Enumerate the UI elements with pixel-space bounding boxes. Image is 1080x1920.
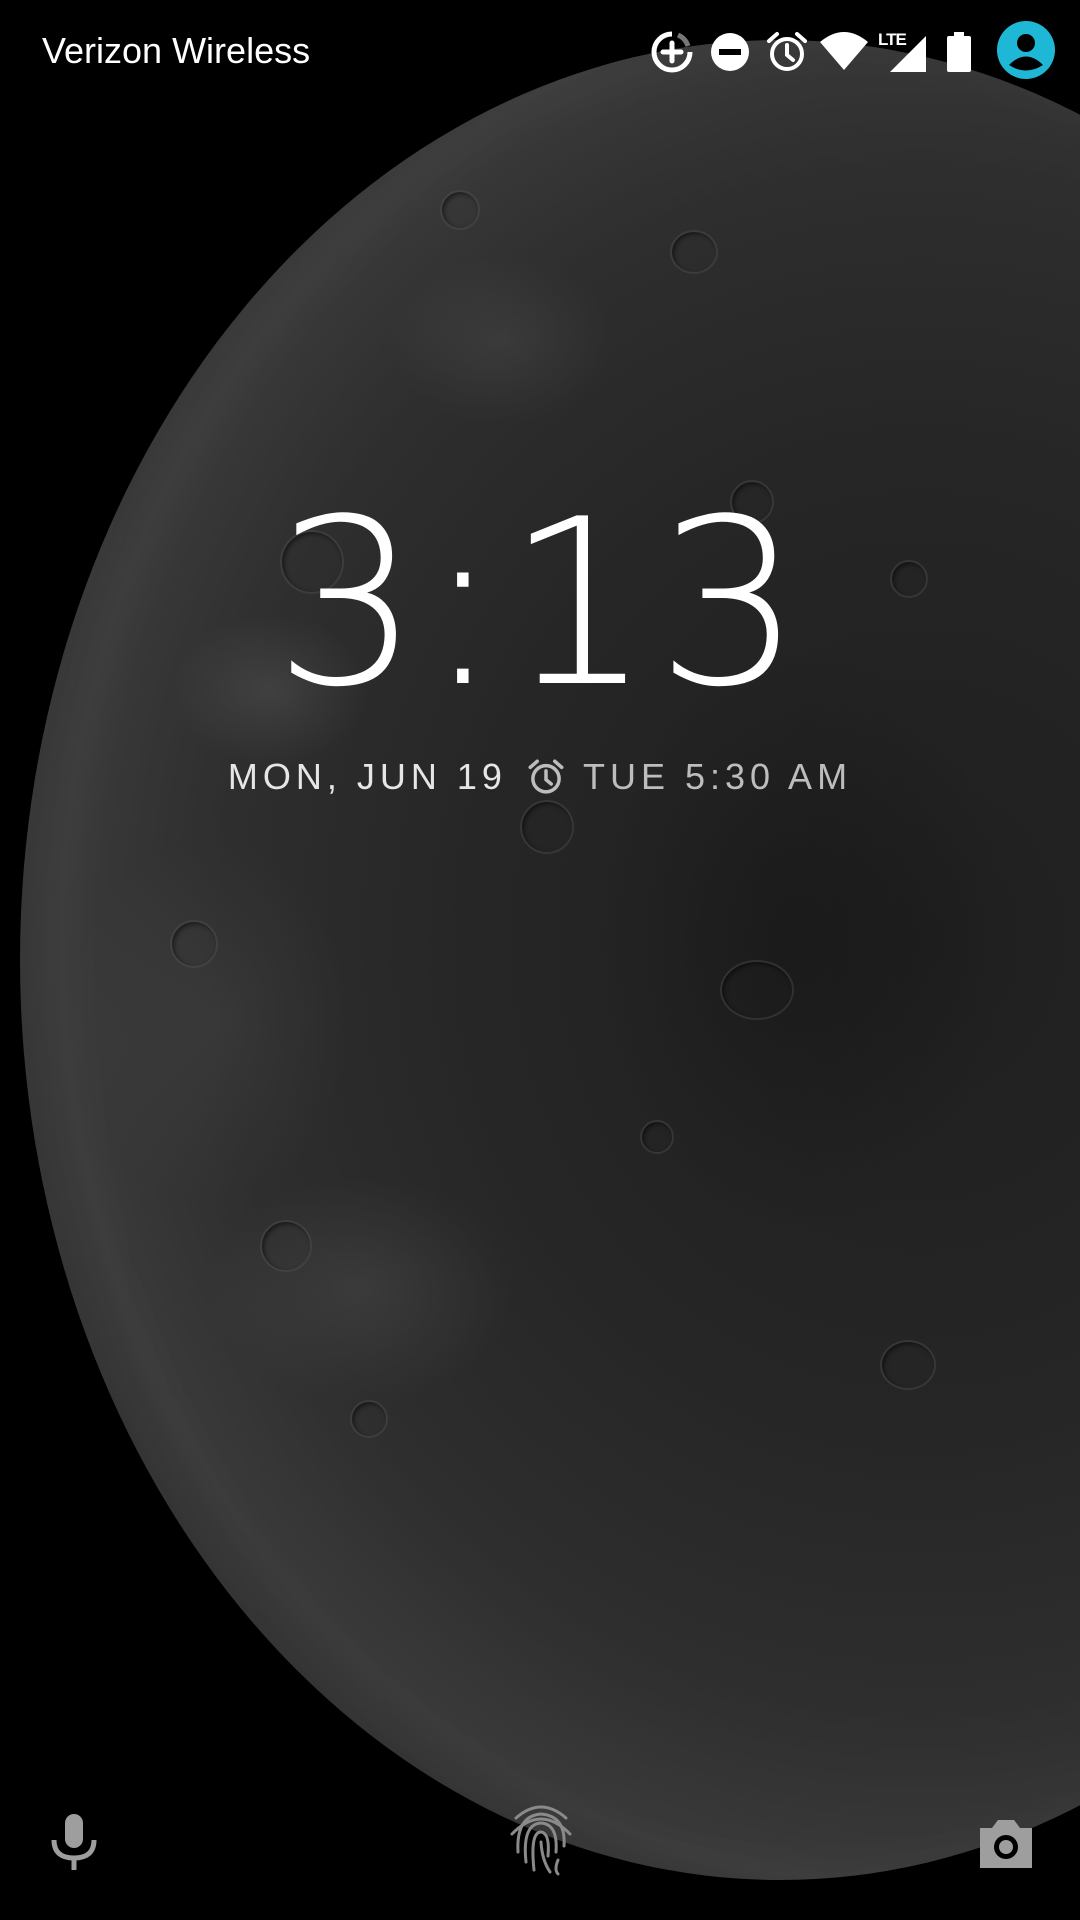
battery-icon — [947, 32, 971, 72]
next-alarm-label: TUE 5:30 AM — [582, 756, 853, 797]
alarm-icon — [767, 32, 807, 71]
moon-wallpaper — [20, 40, 1080, 1880]
do-not-disturb-icon — [711, 33, 749, 71]
camera-icon[interactable] — [976, 1810, 1036, 1874]
date-alarm-row: MON, JUN 19 TUE 5:30 AM — [0, 752, 1080, 802]
user-avatar-icon[interactable] — [996, 20, 1056, 80]
date-label: MON, JUN 19 — [227, 756, 507, 797]
wifi-icon — [820, 32, 868, 70]
status-bar[interactable]: Verizon Wireless LTE — [0, 0, 1080, 108]
cellular-signal-icon — [890, 36, 926, 72]
carrier-name: Verizon Wireless — [42, 30, 311, 71]
microphone-icon[interactable] — [42, 1810, 106, 1874]
lock-clock: 3:13 — [273, 471, 807, 738]
fingerprint-icon[interactable] — [506, 1800, 576, 1876]
alarm-small-icon — [528, 759, 564, 794]
data-saver-icon — [651, 31, 693, 73]
lock-screen: Verizon Wireless LTE 3:13 MON, JUN 19 TU… — [0, 0, 1080, 1920]
